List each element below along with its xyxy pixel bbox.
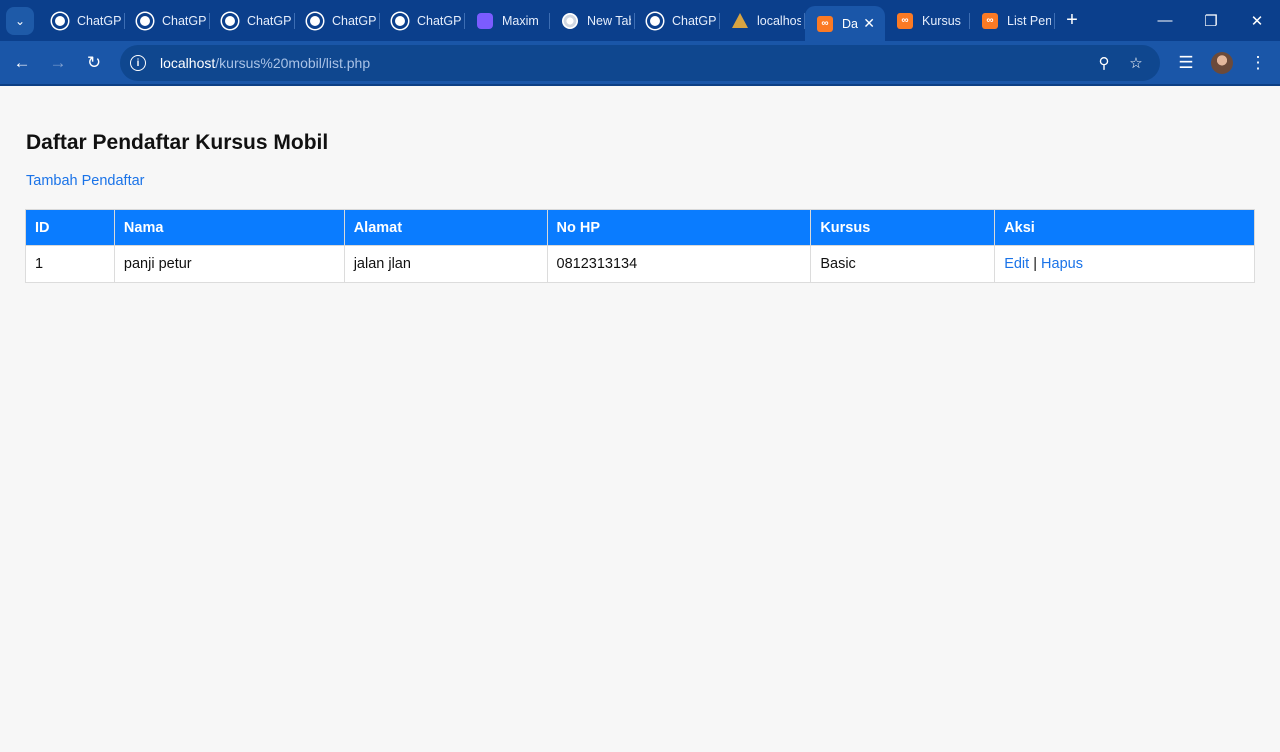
cell-no-hp: 0812313134 bbox=[546, 245, 812, 283]
tab-search-button[interactable]: ⌄ bbox=[6, 6, 34, 35]
tab-strip: ⌄ ChatGPT ChatGPT ChatGPT ChatGPT ChatGP… bbox=[0, 0, 1280, 41]
new-tab-button[interactable]: + bbox=[1057, 6, 1087, 36]
page-content: Daftar Pendaftar Kursus Mobil Tambah Pen… bbox=[0, 88, 1280, 752]
tab-title: ChatGPT bbox=[247, 13, 291, 28]
profile-button[interactable] bbox=[1206, 47, 1238, 79]
browser-tab[interactable]: ChatGPT bbox=[125, 0, 210, 41]
tab-title: ChatGPT bbox=[417, 13, 461, 28]
xampp-icon: ∞ bbox=[817, 15, 833, 32]
add-registrant-link[interactable]: Tambah Pendaftar bbox=[26, 173, 145, 189]
media-queue-icon: ☰ bbox=[1178, 53, 1194, 72]
minimize-icon: — bbox=[1157, 12, 1173, 29]
xampp-icon: ∞ bbox=[982, 12, 998, 29]
browser-tab[interactable]: ∞ Kursus bbox=[885, 0, 970, 41]
tab-list: ChatGPT ChatGPT ChatGPT ChatGPT ChatGPT … bbox=[40, 0, 1055, 41]
plus-icon: + bbox=[1066, 9, 1078, 31]
tab-title: ChatGPT bbox=[672, 13, 716, 28]
browser-tab[interactable]: ∞ List Pen bbox=[970, 0, 1055, 41]
browser-tab[interactable]: ChatGPT bbox=[295, 0, 380, 41]
arrow-right-icon: → bbox=[49, 53, 67, 72]
back-button[interactable]: ← bbox=[6, 47, 38, 79]
cell-aksi: Edit | Hapus bbox=[994, 245, 1255, 283]
url-host: localhost bbox=[160, 55, 216, 71]
chatgpt-icon bbox=[137, 12, 153, 29]
header-nama: Nama bbox=[113, 209, 345, 246]
url-text[interactable]: localhost/kursus%20mobil/list.php bbox=[160, 55, 370, 71]
cell-alamat: jalan jlan bbox=[343, 245, 548, 283]
close-window-button[interactable]: ✕ bbox=[1234, 0, 1280, 41]
reload-button[interactable]: ↻ bbox=[78, 47, 110, 79]
chatgpt-icon bbox=[392, 12, 408, 29]
restore-icon: ❐ bbox=[1204, 12, 1218, 30]
tab-title: Maxim bbox=[502, 13, 539, 28]
menu-button[interactable]: ⋮ bbox=[1242, 47, 1274, 79]
browser-tab[interactable]: Maxim bbox=[465, 0, 550, 41]
zoom-icon: ⚲ bbox=[1098, 55, 1110, 72]
close-icon: ✕ bbox=[1250, 12, 1264, 30]
table-header-row: ID Nama Alamat No HP Kursus Aksi bbox=[25, 209, 1255, 246]
site-info-icon[interactable]: i bbox=[130, 55, 146, 71]
tab-title: New Tab bbox=[587, 13, 631, 28]
browser-tab[interactable]: ChatGPT bbox=[380, 0, 465, 41]
zoom-button[interactable]: ⚲ bbox=[1090, 45, 1118, 81]
edit-link[interactable]: Edit bbox=[1004, 256, 1029, 272]
minimize-button[interactable]: — bbox=[1142, 0, 1188, 41]
tab-title: ChatGPT bbox=[77, 13, 121, 28]
chevron-down-icon: ⌄ bbox=[14, 13, 26, 28]
cell-kursus: Basic bbox=[810, 245, 996, 283]
address-bar[interactable]: i localhost/kursus%20mobil/list.php ⚲ ☆ bbox=[120, 45, 1160, 81]
close-tab-icon[interactable]: ✕ bbox=[863, 15, 875, 32]
xampp-icon: ∞ bbox=[897, 12, 913, 29]
media-control-button[interactable]: ☰ bbox=[1170, 47, 1202, 79]
chrome-icon bbox=[562, 12, 578, 29]
restore-button[interactable]: ❐ bbox=[1188, 0, 1234, 41]
chatgpt-icon bbox=[307, 12, 323, 29]
avatar bbox=[1211, 52, 1233, 74]
maxim-icon bbox=[477, 12, 493, 29]
browser-tab[interactable]: ChatGPT bbox=[40, 0, 125, 41]
table-row: 1 panji petur jalan jlan 0812313134 Basi… bbox=[25, 245, 1255, 283]
browser-tab[interactable]: ChatGPT bbox=[210, 0, 295, 41]
browser-tab[interactable]: localhost bbox=[720, 0, 805, 41]
more-vertical-icon: ⋮ bbox=[1249, 53, 1267, 72]
tab-title: ChatGPT bbox=[162, 13, 206, 28]
forward-button[interactable]: → bbox=[42, 47, 74, 79]
tab-title: Kursus bbox=[922, 13, 961, 28]
registrant-table: ID Nama Alamat No HP Kursus Aksi 1 panji… bbox=[25, 209, 1255, 283]
header-no-hp: No HP bbox=[546, 209, 812, 246]
arrow-left-icon: ← bbox=[13, 53, 31, 72]
browser-tab[interactable]: ChatGPT bbox=[635, 0, 720, 41]
header-aksi: Aksi bbox=[994, 209, 1255, 246]
browser-tab[interactable]: New Tab bbox=[550, 0, 635, 41]
tab-title: List Pen bbox=[1007, 13, 1051, 28]
header-id: ID bbox=[25, 209, 115, 246]
delete-link[interactable]: Hapus bbox=[1041, 256, 1083, 272]
tab-title: ChatGPT bbox=[332, 13, 376, 28]
cell-id: 1 bbox=[25, 245, 115, 283]
chatgpt-icon bbox=[647, 12, 663, 29]
page-title: Daftar Pendaftar Kursus Mobil bbox=[26, 131, 329, 154]
chatgpt-icon bbox=[52, 12, 68, 29]
url-path: /kursus%20mobil/list.php bbox=[215, 55, 371, 71]
header-kursus: Kursus bbox=[810, 209, 996, 246]
browser-tab-active[interactable]: ∞ Daftar ✕ bbox=[805, 6, 885, 41]
reload-icon: ↻ bbox=[86, 53, 102, 72]
tab-title: localhost bbox=[757, 13, 801, 28]
cell-nama: panji petur bbox=[113, 245, 345, 283]
tab-title: Daftar bbox=[842, 16, 858, 31]
localhost-icon bbox=[732, 13, 748, 28]
header-alamat: Alamat bbox=[343, 209, 548, 246]
bookmark-button[interactable]: ☆ bbox=[1122, 45, 1150, 81]
chatgpt-icon bbox=[222, 12, 238, 29]
action-separator: | bbox=[1033, 256, 1037, 272]
star-icon: ☆ bbox=[1129, 55, 1143, 72]
browser-toolbar: ← → ↻ i localhost/kursus%20mobil/list.ph… bbox=[0, 41, 1280, 86]
